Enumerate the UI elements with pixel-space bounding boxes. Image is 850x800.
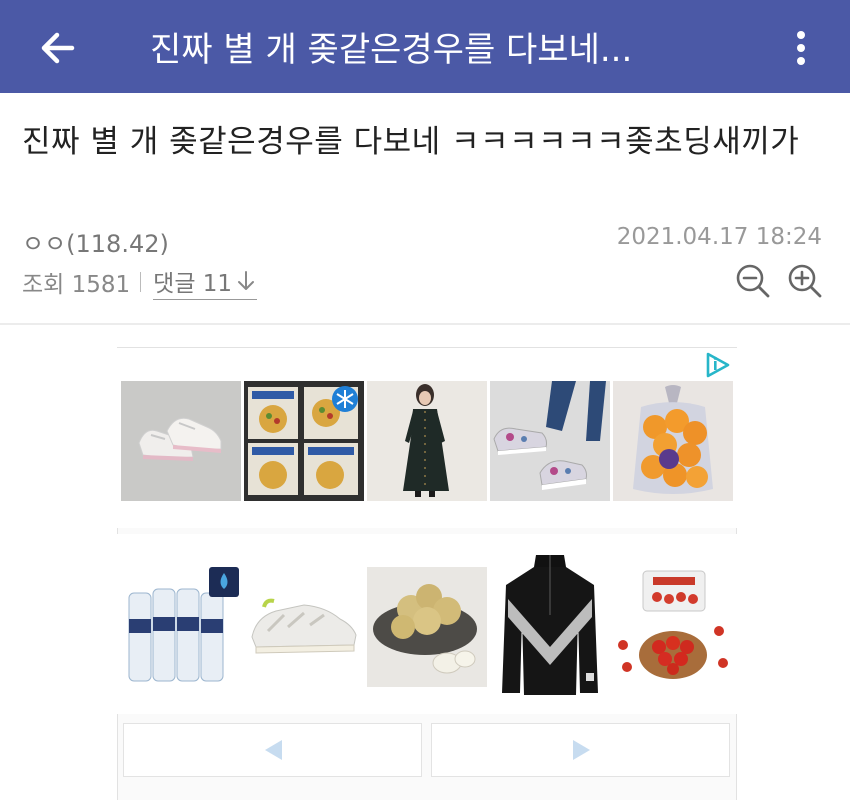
food-pack-icon	[248, 386, 358, 495]
shirt-icon	[502, 555, 598, 695]
ad-prev-button[interactable]	[123, 723, 422, 777]
comment-count: 댓글 11	[153, 271, 233, 297]
triangle-left-icon	[265, 740, 282, 760]
orange-icon	[633, 385, 713, 494]
post-stats: 조회 1581 댓글 11	[22, 264, 258, 300]
product-white-sneakers[interactable]	[244, 567, 364, 687]
product-potatoes-bowl[interactable]	[367, 567, 487, 687]
dress-icon	[403, 384, 449, 497]
product-bottled-water-pack[interactable]	[121, 567, 241, 687]
post-date: 2021.04.17 18:24	[616, 224, 822, 250]
ad-next-button[interactable]	[431, 723, 730, 777]
view-count: 조회 1581	[22, 272, 131, 298]
arrow-left-icon[interactable]	[36, 26, 80, 70]
shoe-icon	[493, 381, 606, 490]
zoom-in-icon[interactable]	[785, 261, 825, 301]
product-frozen-mixed-vegetables[interactable]	[244, 381, 364, 501]
product-cherry-tomatoes[interactable]	[613, 567, 733, 687]
product-floral-sneakers[interactable]	[490, 381, 610, 501]
app-bar-title: 진짜 별 개 좆같은경우를 다보네...	[150, 30, 633, 70]
triangle-right-icon	[573, 740, 590, 760]
shoe-icon	[138, 417, 222, 461]
post-author[interactable]: ㅇㅇ(118.42)	[22, 224, 169, 259]
product-running-shoes-pink[interactable]	[121, 381, 241, 501]
shoe-icon	[251, 598, 357, 654]
potato-icon	[373, 584, 477, 674]
zoom-out-icon[interactable]	[733, 261, 773, 301]
stats-divider	[140, 272, 142, 292]
product-black-dress[interactable]	[367, 381, 487, 501]
header-divider	[0, 323, 850, 325]
product-black-zip-pullover[interactable]	[490, 555, 610, 699]
app-bar: 진짜 별 개 좆같은경우를 다보네...	[0, 0, 850, 93]
arrow-down-icon	[238, 271, 255, 290]
comment-count-link[interactable]: 댓글 11	[153, 264, 258, 300]
adchoices-icon[interactable]	[703, 351, 731, 379]
water-bottle-icon	[128, 567, 239, 682]
more-vertical-icon[interactable]	[784, 26, 818, 70]
product-bag-of-oranges[interactable]	[613, 381, 733, 501]
post-title: 진짜 별 개 좆같은경우를 다보네 ㅋㅋㅋㅋㅋㅋ좆초딩새끼가	[22, 124, 800, 160]
tomato-icon	[618, 570, 728, 679]
